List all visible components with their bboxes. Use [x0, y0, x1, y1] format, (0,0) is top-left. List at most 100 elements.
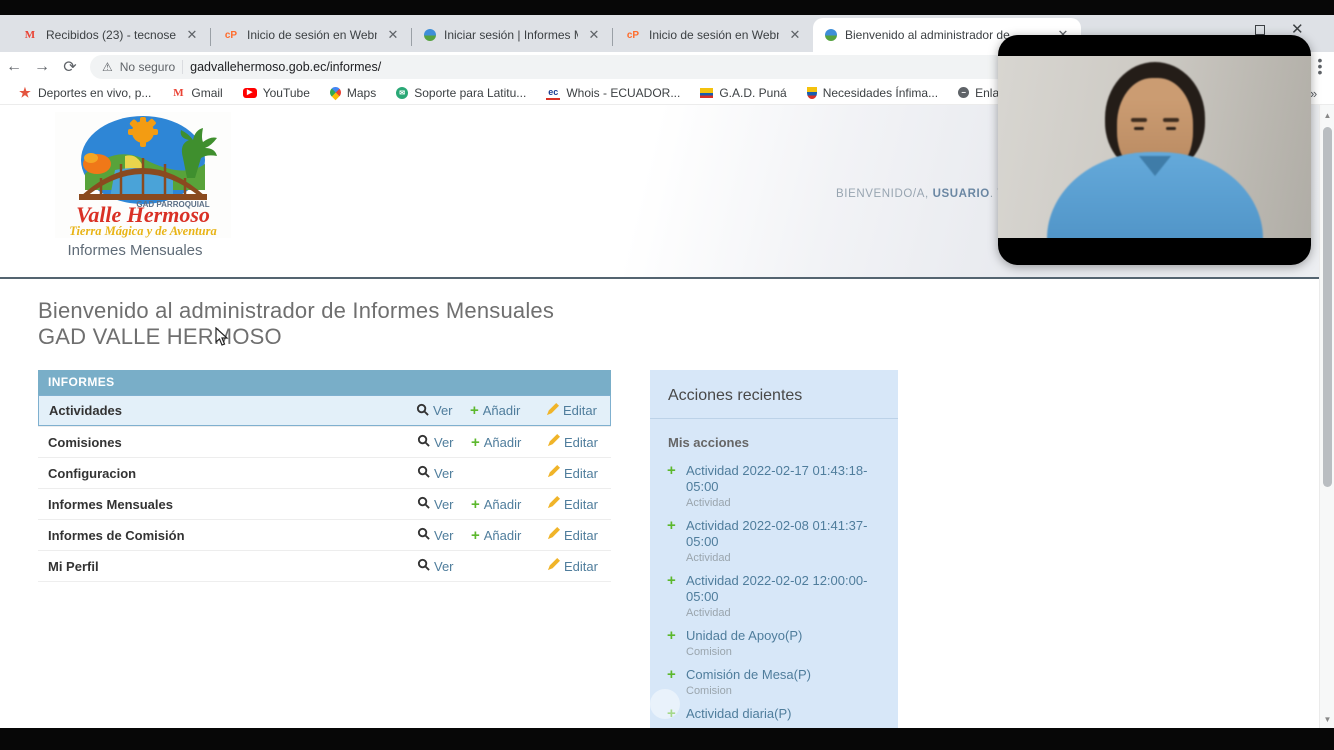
webcam-overlay: [998, 35, 1311, 265]
view-link-icon: [416, 403, 429, 419]
model-name[interactable]: Informes de Comisión: [48, 528, 417, 543]
addition-icon: +: [667, 572, 676, 589]
tab-title: Iniciar sesión | Informes Mensual: [444, 28, 578, 42]
view-link[interactable]: Ver: [416, 403, 470, 419]
informes-module-caption[interactable]: INFORMES: [38, 370, 611, 395]
bookmark-label: Maps: [347, 86, 376, 100]
bookmark-item[interactable]: Maps: [322, 86, 384, 100]
page-scrollbar[interactable]: ▲ ▼: [1319, 105, 1334, 728]
edit-link-label: Editar: [564, 559, 598, 574]
welcome-user-text: BIENVENIDO/A, USUARIO. VER: [836, 188, 1023, 200]
add-link[interactable]: +Añadir: [471, 528, 547, 543]
maps-icon: [328, 85, 344, 101]
bookmark-item[interactable]: ecWhois - ECUADOR...: [538, 86, 688, 100]
tab-title: Inicio de sesión en Webmail: [649, 28, 779, 42]
gmail-icon: M: [22, 27, 38, 43]
browser-menu-icon[interactable]: •••: [1313, 57, 1327, 75]
informes-row: Comisiones Ver +AñadirEditar: [38, 426, 611, 457]
bookmark-item[interactable]: G.A.D. Puná: [692, 86, 794, 100]
browser-tab[interactable]: cP Inicio de sesión en Webmail ✕: [613, 18, 813, 52]
edit-link-label: Editar: [563, 403, 597, 418]
scrollbar-down-arrow[interactable]: ▼: [1320, 715, 1334, 724]
welcome-username: USUARIO: [933, 188, 990, 200]
recent-action-link[interactable]: Comisión de Mesa(P): [686, 667, 884, 683]
view-link[interactable]: Ver: [417, 434, 471, 450]
model-name[interactable]: Comisiones: [48, 435, 417, 450]
addition-icon: +: [667, 627, 676, 644]
bookmark-item[interactable]: M Gmail: [163, 86, 230, 100]
globe-icon: −: [958, 87, 969, 98]
not-secure-warning-icon: ⚠: [102, 60, 113, 74]
bookmark-item[interactable]: ✉Soporte para Latitu...: [388, 86, 534, 100]
url-text: gadvallehermoso.gob.ec/informes/: [190, 60, 381, 74]
edit-link[interactable]: Editar: [547, 527, 611, 543]
view-link[interactable]: Ver: [417, 527, 471, 543]
recent-action-item: +Actividad 2022-02-08 01:41:37-05:00Acti…: [650, 509, 898, 564]
bookmark-item[interactable]: Necesidades Ínfima...: [799, 86, 946, 100]
view-link-icon: [417, 496, 430, 512]
edit-link[interactable]: Editar: [547, 465, 611, 481]
tab-close-icon[interactable]: ✕: [184, 27, 200, 43]
view-link-label: Ver: [434, 466, 454, 481]
welcome-prefix: BIENVENIDO/A,: [836, 188, 929, 200]
add-link[interactable]: + Añadir: [471, 497, 547, 512]
shield-icon: [807, 87, 817, 99]
add-link[interactable]: +Añadir: [471, 435, 547, 450]
view-link-label: Ver: [434, 435, 454, 450]
view-link[interactable]: Ver: [417, 465, 471, 481]
informes-row: Informes de Comisión Ver +Añadir Editar: [38, 519, 611, 550]
view-link[interactable]: Ver: [417, 558, 471, 574]
informes-module: INFORMES ActividadesVer+AñadirEditarComi…: [38, 370, 611, 582]
view-link[interactable]: Ver: [417, 496, 471, 512]
valle-hermoso-logo: GAD PARROQUIAL Valle Hermoso Tierra Mági…: [55, 112, 231, 238]
bookmarks-overflow-chevron[interactable]: »: [1310, 86, 1317, 101]
edit-link[interactable]: Editar: [547, 496, 611, 512]
recent-action-link[interactable]: Actividad 2022-02-17 01:43:18-05:00: [686, 463, 884, 495]
add-link-label: Añadir: [483, 403, 521, 418]
addition-icon: +: [667, 666, 676, 683]
browser-tab[interactable]: MRecibidos (23) - tecnoserviweb.e✕: [10, 18, 210, 52]
recent-action-link[interactable]: Unidad de Apoyo(P): [686, 628, 884, 644]
edit-link-icon: [547, 558, 560, 574]
informes-row: Informes MensualesVer+ Añadir Editar: [38, 488, 611, 519]
model-name[interactable]: Configuracion: [48, 466, 417, 481]
app-title: Informes Mensuales: [40, 242, 230, 259]
edit-link[interactable]: Editar: [547, 558, 611, 574]
browser-tab[interactable]: Iniciar sesión | Informes Mensual ✕: [412, 18, 612, 52]
back-button[interactable]: ←: [0, 58, 28, 76]
recent-action-link[interactable]: Actividad 2022-02-02 12:00:00-05:00: [686, 573, 884, 605]
window-restore-button[interactable]: [1255, 25, 1265, 35]
person-collar: [1139, 156, 1171, 176]
model-name[interactable]: Actividades: [49, 403, 416, 418]
bookmark-item[interactable]: ▶YouTube: [235, 86, 318, 100]
tab-close-icon[interactable]: ✕: [586, 27, 602, 43]
edit-link[interactable]: Editar: [546, 403, 610, 419]
tab-close-icon[interactable]: ✕: [787, 27, 803, 43]
bookmark-label: Gmail: [191, 86, 222, 100]
scrollbar-thumb[interactable]: [1323, 127, 1332, 487]
browser-tab[interactable]: cPInicio de sesión en Webmail✕: [211, 18, 411, 52]
reload-button[interactable]: ⟳: [56, 57, 84, 77]
vallehermoso-icon: [825, 29, 837, 41]
addition-icon: +: [667, 517, 676, 534]
scrollbar-up-arrow[interactable]: ▲: [1320, 111, 1334, 120]
add-link-label: Añadir: [484, 497, 522, 512]
edit-link-label: Editar: [564, 528, 598, 543]
edit-link[interactable]: Editar: [547, 434, 611, 450]
cpanel-icon: cP: [625, 27, 641, 43]
add-link[interactable]: +Añadir: [470, 403, 546, 418]
model-name[interactable]: Informes Mensuales: [48, 497, 417, 512]
forward-button[interactable]: →: [28, 58, 56, 76]
tab-close-icon[interactable]: ✕: [385, 27, 401, 43]
recent-actions-panel: Acciones recientes Mis acciones +Activid…: [650, 370, 898, 728]
add-link-icon: +: [471, 498, 480, 511]
recent-action-link[interactable]: Actividad 2022-02-08 01:41:37-05:00: [686, 518, 884, 550]
person-feature: [1166, 127, 1176, 130]
bookmark-label: YouTube: [263, 86, 310, 100]
bookmark-item[interactable]: ★Deportes en vivo, p...: [10, 86, 159, 100]
model-name[interactable]: Mi Perfil: [48, 559, 417, 574]
recent-action-item: +Actividad 2022-02-02 12:00:00-05:00Acti…: [650, 564, 898, 619]
view-link-label: Ver: [434, 528, 454, 543]
recent-action-link[interactable]: Actividad diaria(P): [686, 706, 884, 722]
gmail-icon: M: [171, 86, 185, 100]
